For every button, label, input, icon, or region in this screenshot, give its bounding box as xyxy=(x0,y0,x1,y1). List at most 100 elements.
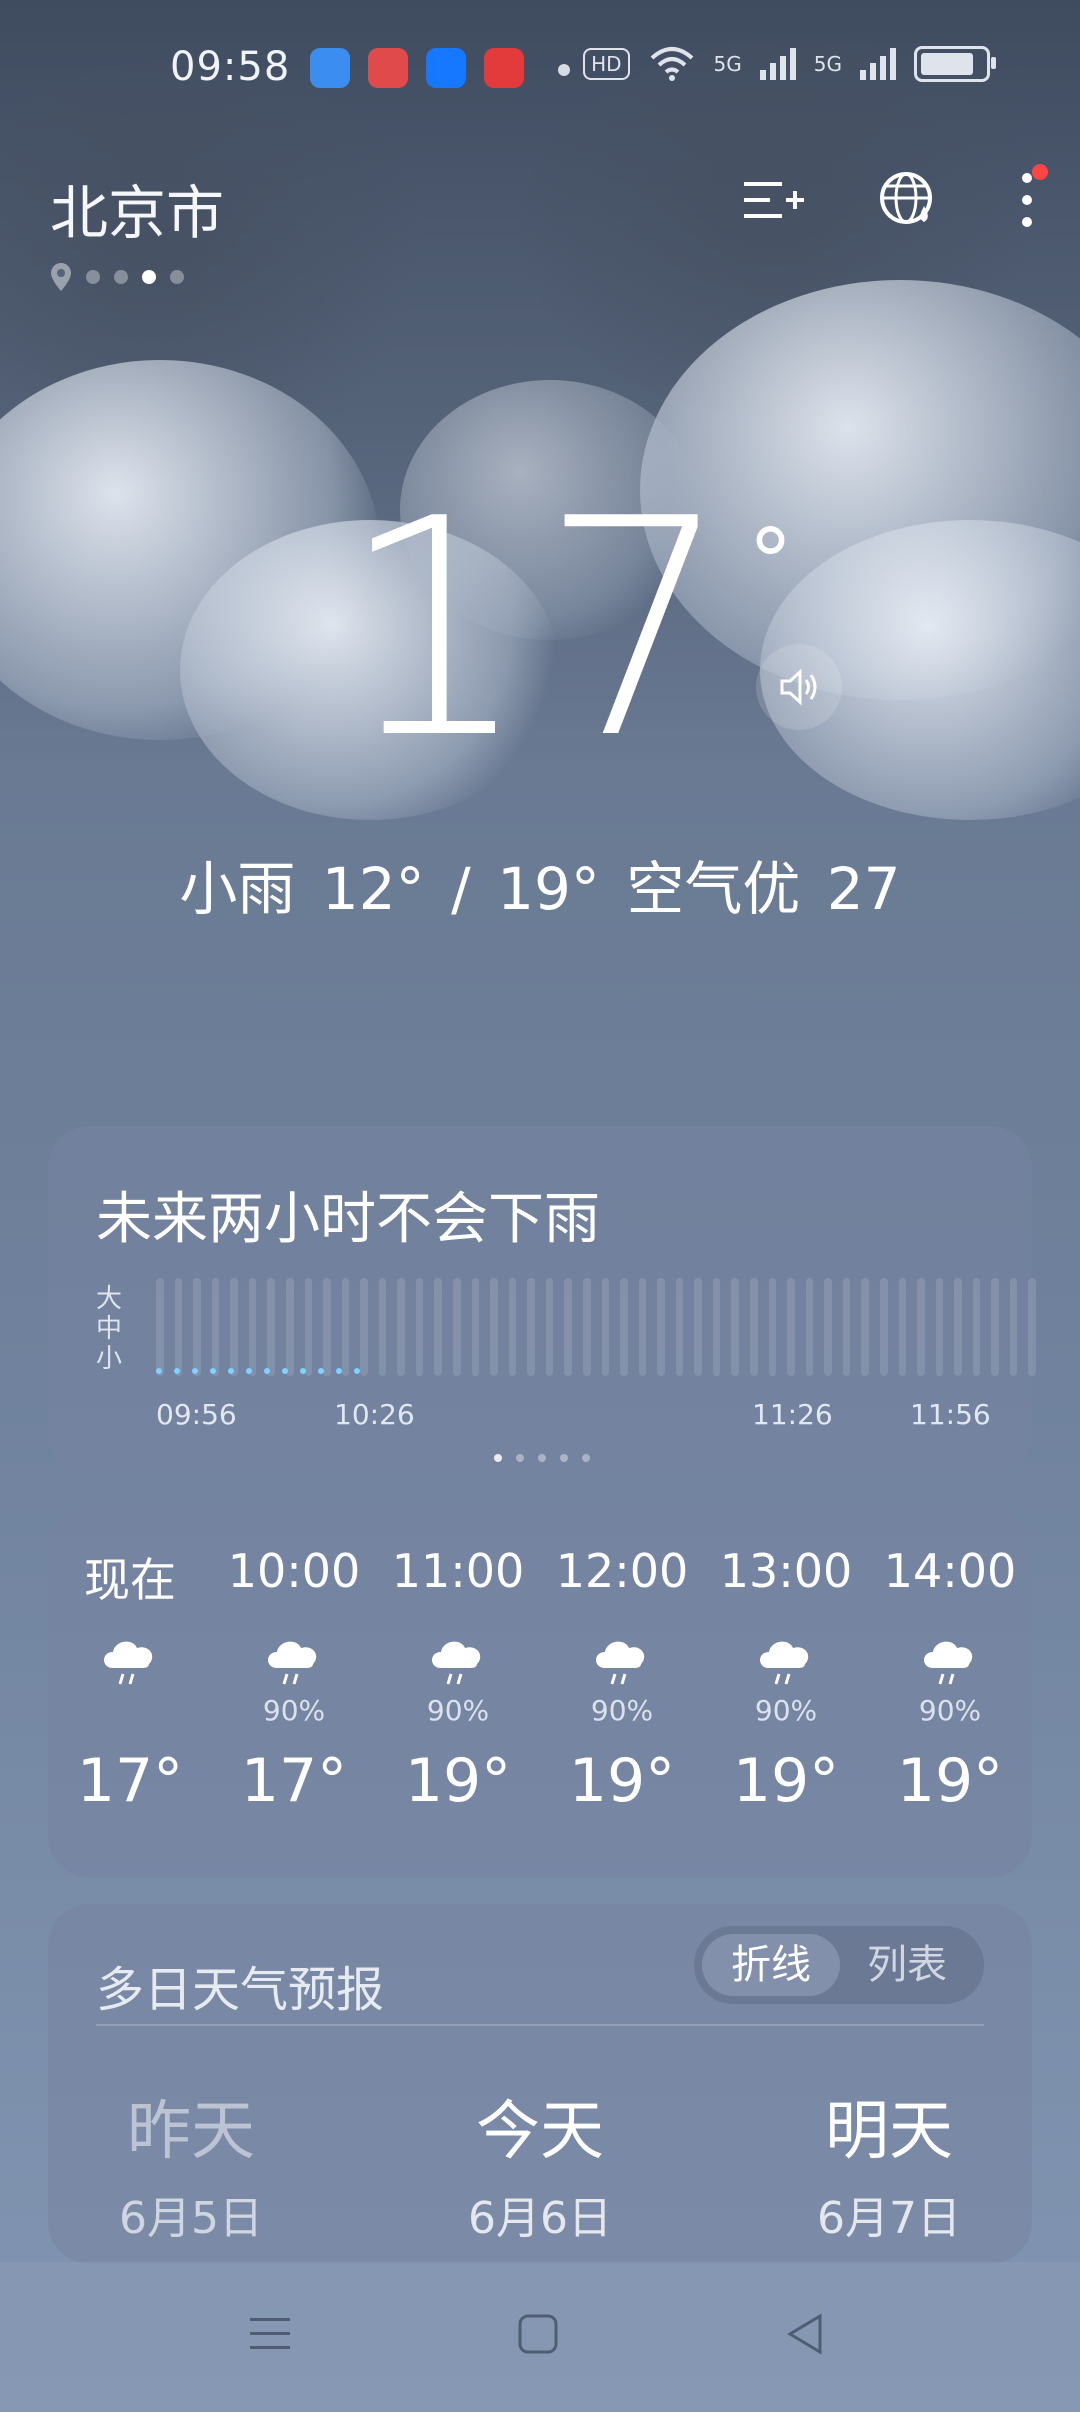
signal-5g-1: 5G xyxy=(713,52,742,76)
toggle-list-view[interactable]: 列表 xyxy=(838,1934,976,1996)
rain-bar xyxy=(805,1278,814,1376)
rain-dot xyxy=(192,1368,198,1374)
rain-dot xyxy=(264,1368,270,1374)
light-rain-icon xyxy=(875,1604,1025,1690)
rain-dot xyxy=(228,1368,234,1374)
toggle-line-view[interactable]: 折线 xyxy=(702,1934,840,1996)
rain-bar xyxy=(582,1278,591,1376)
rain-bar xyxy=(471,1278,480,1376)
rain-bar xyxy=(861,1278,869,1376)
scale-light: 小 xyxy=(96,1344,123,1374)
rain-forecast-card[interactable]: 未来两小时不会下雨 大 中 小 09:56 10:26 11:26 11:56 xyxy=(48,1126,1036,1476)
rain-intensity-scale: 大 中 小 xyxy=(96,1284,122,1374)
hour-temperature: 17° xyxy=(76,1746,184,1816)
hour-time: 现在 xyxy=(84,1553,176,1607)
hour-temperature: 19° xyxy=(732,1746,840,1816)
rain-bar xyxy=(972,1278,981,1376)
rain-bar xyxy=(917,1278,925,1376)
precip-probability: 90% xyxy=(262,1694,326,1727)
light-rain-icon xyxy=(711,1604,861,1690)
rain-bar xyxy=(675,1278,684,1376)
home-square-icon xyxy=(518,2314,558,2354)
status-time: 09:58 xyxy=(170,44,291,90)
rain-dot xyxy=(174,1368,180,1374)
nav-home-button[interactable] xyxy=(508,2304,568,2364)
rain-bar xyxy=(360,1278,368,1376)
rain-bar xyxy=(378,1278,387,1376)
rain-bar xyxy=(267,1278,275,1376)
hd-badge: HD xyxy=(583,48,630,80)
rain-card-pager xyxy=(494,1454,590,1462)
rain-bar xyxy=(304,1278,313,1376)
alipay-app-icon xyxy=(426,48,466,88)
day-date: 6月5日 xyxy=(119,2193,263,2244)
precip-probability: 90% xyxy=(426,1694,490,1727)
rain-dot xyxy=(336,1368,342,1374)
rain-bar xyxy=(991,1278,999,1376)
rain-bar xyxy=(824,1278,832,1376)
daily-forecast-title: 多日天气预报 xyxy=(96,1962,385,2018)
rain-bar xyxy=(694,1278,702,1376)
rain-bar xyxy=(787,1278,795,1376)
day-name: 明天 xyxy=(825,2095,953,2169)
rain-bar xyxy=(230,1278,238,1376)
weather-summary: 小雨 12° / 19° 空气优 27 xyxy=(179,855,901,923)
scale-medium: 中 xyxy=(96,1314,123,1344)
rain-bar xyxy=(954,1278,962,1376)
page-dot-active xyxy=(142,270,156,284)
hour-temperature: 17° xyxy=(240,1746,348,1816)
day-today: 今天 6月6日 xyxy=(445,2080,635,2246)
add-city-button[interactable] xyxy=(740,168,806,234)
rain-bar xyxy=(638,1278,647,1376)
rain-bar xyxy=(341,1278,350,1376)
rain-bar xyxy=(397,1278,405,1376)
toutiao-app-icon xyxy=(484,48,524,88)
pager-dot xyxy=(582,1454,590,1462)
rain-time-label: 10:26 xyxy=(334,1398,415,1431)
rain-bar xyxy=(879,1278,888,1376)
more-menu-button[interactable] xyxy=(1012,164,1048,234)
globe-button[interactable] xyxy=(876,168,942,234)
scale-heavy: 大 xyxy=(96,1284,123,1314)
day-yesterday: 昨天 6月5日 xyxy=(96,2080,286,2246)
hour-time: 10:00 xyxy=(227,1544,361,1598)
hour-item: 13:00 90% 19° xyxy=(711,1544,861,1816)
rain-dot xyxy=(210,1368,216,1374)
hour-item: 现在 17° xyxy=(55,1544,205,1816)
precip-probability xyxy=(55,1694,205,1734)
rain-bar xyxy=(174,1278,183,1376)
current-temperature: 17 xyxy=(339,455,741,804)
rain-bar xyxy=(657,1278,665,1376)
precip-probability: 90% xyxy=(918,1694,982,1727)
light-rain-icon xyxy=(219,1604,369,1690)
daily-forecast-card[interactable]: 多日天气预报 折线 列表 昨天 6月5日 今天 6月6日 明天 6月7日 xyxy=(48,1904,1032,2264)
light-rain-icon xyxy=(383,1604,533,1690)
hour-item: 14:00 90% 19° xyxy=(875,1544,1025,1816)
rain-bar xyxy=(768,1278,777,1376)
hourly-forecast-card[interactable]: 现在 17° 10:00 90% 17° 11:00 90% 19° 12:00 90% 19° 13… xyxy=(48,1506,1032,1878)
more-notifications-dot xyxy=(558,64,570,76)
rain-dot xyxy=(300,1368,306,1374)
rain-bar xyxy=(415,1278,424,1376)
pager-dot xyxy=(560,1454,568,1462)
shopping-app-icon xyxy=(368,48,408,88)
rain-bar xyxy=(601,1278,610,1376)
nav-back-button[interactable] xyxy=(776,2304,836,2364)
day-date: 6月6日 xyxy=(468,2193,612,2244)
rain-bar xyxy=(285,1278,294,1376)
signal-bars-icon-2 xyxy=(860,48,896,80)
rain-bar xyxy=(1028,1278,1036,1376)
pager-dot xyxy=(516,1454,524,1462)
hour-item: 10:00 90% 17° xyxy=(219,1544,369,1816)
rain-bar xyxy=(750,1278,758,1376)
rain-bar xyxy=(323,1278,331,1376)
nav-menu-button[interactable] xyxy=(240,2304,300,2364)
back-triangle-icon xyxy=(787,2313,822,2355)
voice-broadcast-button[interactable] xyxy=(756,644,842,730)
hour-time: 13:00 xyxy=(719,1544,853,1598)
notification-dot xyxy=(1032,164,1048,180)
system-nav-bar xyxy=(0,2262,1080,2412)
city-name[interactable]: 北京市 xyxy=(50,166,224,250)
wifi-icon xyxy=(650,47,693,81)
view-toggle[interactable]: 折线 列表 xyxy=(694,1926,984,2004)
